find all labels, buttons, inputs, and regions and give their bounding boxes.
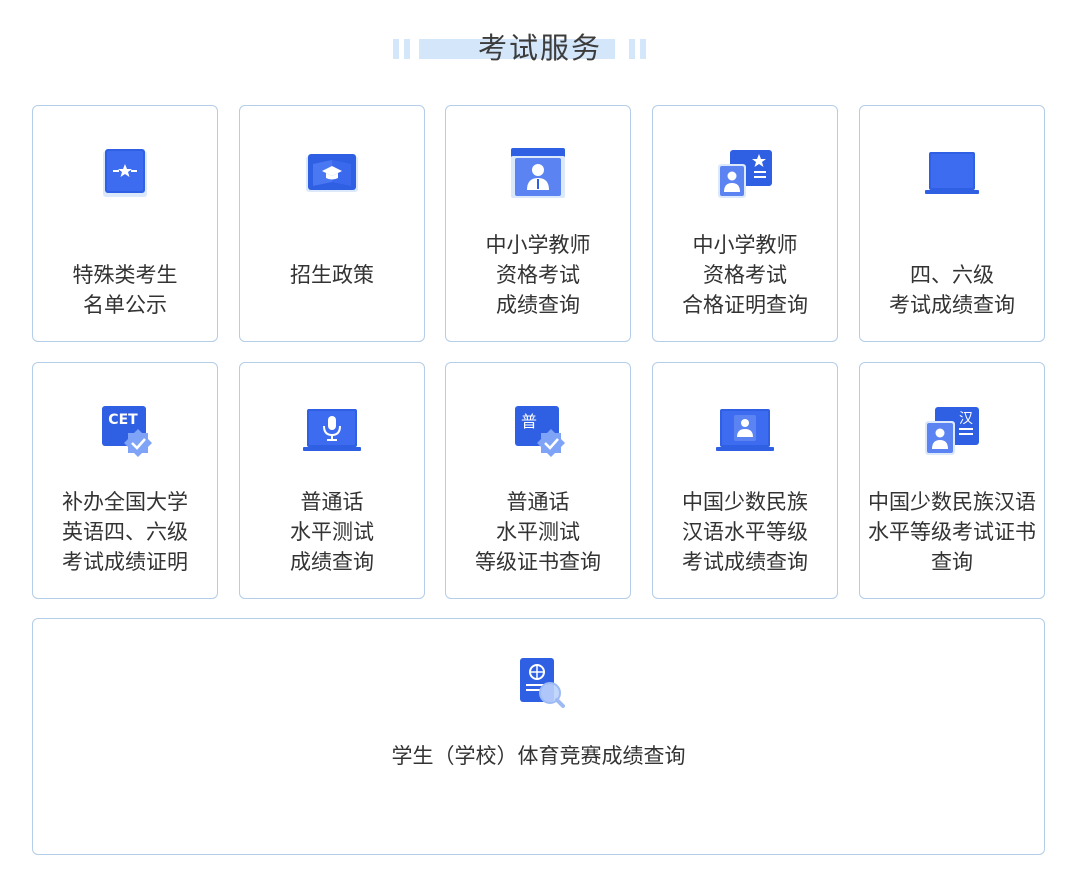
service-label: 中小学教师 资格考试 成绩查询	[485, 233, 591, 317]
service-label: 中国少数民族汉语 水平等级考试证书 查询	[868, 490, 1036, 574]
microphone-laptop-icon	[301, 403, 363, 459]
service-label: 普通话 水平测试 等级证书查询	[475, 490, 601, 574]
service-label: 招生政策	[290, 263, 374, 287]
service-card-mandarin-certificate[interactable]: 普 普通话 水平测试 等级证书查询	[445, 362, 631, 599]
teacher-certificate-person-icon	[507, 146, 569, 202]
service-card-enrollment-policy[interactable]: 招生政策	[239, 105, 425, 342]
svg-text:普: 普	[521, 412, 537, 431]
mandarin-certificate-badge-icon: 普	[507, 403, 569, 459]
service-card-special-candidates[interactable]: 特殊类考生 名单公示	[32, 105, 218, 342]
svg-text:CET: CET	[108, 412, 138, 428]
service-label: 特殊类考生 名单公示	[72, 263, 178, 317]
cet-laptop-icon	[921, 146, 983, 202]
service-card-cet-score[interactable]: 四、六级 考试成绩查询	[859, 105, 1045, 342]
minority-chinese-certificate-icon: 汉	[921, 403, 983, 459]
sports-score-search-icon	[508, 655, 570, 711]
service-label: 中国少数民族 汉语水平等级 考试成绩查询	[682, 490, 808, 574]
service-card-minority-chinese-certificate[interactable]: 汉 中国少数民族汉语 水平等级考试证书 查询	[859, 362, 1045, 599]
section-title: 考试服务	[477, 31, 602, 65]
service-card-teacher-qualification[interactable]: 中小学教师 资格考试 合格证明查询	[652, 105, 838, 342]
teacher-qualification-card-icon	[714, 146, 776, 202]
cet-badge-icon: CET	[94, 403, 156, 459]
service-card-cet-certificate[interactable]: CET 补办全国大学 英语四、六级 考试成绩证明	[32, 362, 218, 599]
service-label: 普通话 水平测试 成绩查询	[290, 490, 374, 574]
service-label: 补办全国大学 英语四、六级 考试成绩证明	[62, 490, 188, 574]
service-label: 学生（学校）体育竞赛成绩查询	[391, 744, 686, 768]
section-header: 考试服务	[0, 26, 1080, 70]
minority-chinese-laptop-icon	[714, 403, 776, 459]
special-candidate-star-icon	[94, 146, 156, 202]
svg-text:汉: 汉	[959, 411, 973, 427]
service-card-minority-chinese-score[interactable]: 中国少数民族 汉语水平等级 考试成绩查询	[652, 362, 838, 599]
service-card-sports-competition-score[interactable]: 学生（学校）体育竞赛成绩查询	[32, 618, 1045, 855]
service-label: 四、六级 考试成绩查询	[889, 263, 1015, 317]
service-label: 中小学教师 资格考试 合格证明查询	[682, 233, 808, 317]
enrollment-policy-book-icon	[301, 146, 363, 202]
service-card-mandarin-score[interactable]: 普通话 水平测试 成绩查询	[239, 362, 425, 599]
service-card-teacher-score[interactable]: 中小学教师 资格考试 成绩查询	[445, 105, 631, 342]
